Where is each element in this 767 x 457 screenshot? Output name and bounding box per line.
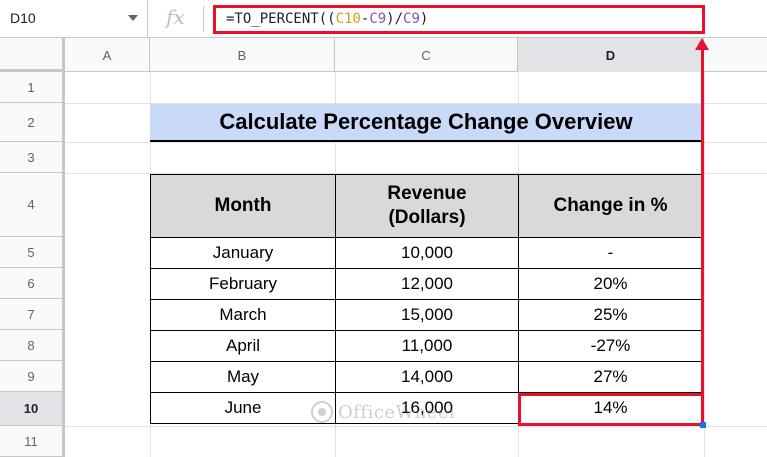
cell-month[interactable]: April (150, 330, 336, 362)
cell-revenue[interactable]: 12,000 (335, 268, 519, 300)
cell-change[interactable]: 27% (518, 361, 703, 393)
row-header[interactable]: 7 (0, 299, 65, 330)
gridline (65, 426, 767, 427)
table-row: February 12,000 20% (150, 268, 703, 300)
column-header-c[interactable]: C (335, 38, 518, 72)
column-header-e[interactable] (704, 38, 767, 72)
row-header[interactable]: 1 (0, 72, 65, 103)
fx-icon: fx (166, 5, 185, 29)
arrow-up-icon (695, 38, 709, 50)
annotation-arrow-line (701, 48, 704, 396)
name-box-value: D10 (10, 10, 36, 26)
row-header[interactable]: 11 (0, 426, 65, 457)
header-revenue[interactable]: Revenue (Dollars) (335, 174, 519, 238)
column-header-a[interactable]: A (65, 38, 150, 72)
gridline (704, 72, 705, 457)
cell-month[interactable]: March (150, 299, 336, 331)
cell-revenue[interactable]: 15,000 (335, 299, 519, 331)
formula-bar: D10 fx =TO_PERCENT((C10-C9)/C9) (0, 0, 767, 38)
formula-part: )/ (386, 11, 404, 27)
watermark-text: OfficeWheel (338, 401, 456, 423)
row-header[interactable]: 3 (0, 142, 65, 173)
row-header[interactable]: 2 (0, 103, 65, 142)
row-header-selected[interactable]: 10 (0, 392, 65, 426)
table-header-row: Month Revenue (Dollars) Change in % (150, 174, 703, 238)
row-header[interactable]: 9 (0, 361, 65, 392)
cell-change[interactable]: - (518, 237, 703, 269)
name-box[interactable]: D10 (0, 0, 148, 38)
table-row: March 15,000 25% (150, 299, 703, 331)
column-header-row: A B C D (0, 38, 767, 72)
watermark: OfficeWheel (310, 400, 455, 424)
row-header[interactable]: 6 (0, 268, 65, 299)
cell-change[interactable]: 20% (518, 268, 703, 300)
cell-revenue[interactable]: 11,000 (335, 330, 519, 362)
formula-ref-c9: C9 (369, 11, 387, 27)
fill-handle[interactable] (700, 422, 706, 428)
formula-ref-c9: C9 (403, 11, 420, 27)
table-row: January 10,000 - (150, 237, 703, 269)
formula-part: ) (419, 11, 429, 27)
cell-month[interactable]: January (150, 237, 336, 269)
row-header[interactable]: 4 (0, 173, 65, 237)
header-revenue-line1: Revenue (387, 183, 467, 204)
active-cell-highlight (518, 393, 704, 426)
column-header-d[interactable]: D (518, 38, 704, 72)
table-row: April 11,000 -27% (150, 330, 703, 362)
header-month[interactable]: Month (150, 174, 336, 238)
cell-change[interactable]: -27% (518, 330, 703, 362)
select-all-corner[interactable] (0, 38, 65, 72)
cell-month[interactable]: May (150, 361, 336, 393)
gridline (65, 142, 767, 143)
header-change[interactable]: Change in % (518, 174, 703, 238)
chevron-down-icon[interactable] (128, 15, 138, 21)
sheet-title[interactable]: Calculate Percentage Change Overview (150, 104, 702, 142)
column-header-b[interactable]: B (150, 38, 335, 72)
cell-change[interactable]: 25% (518, 299, 703, 331)
table-row: May 14,000 27% (150, 361, 703, 393)
formula-part: =TO_PERCENT(( (226, 11, 336, 27)
formula-ref-c10: C10 (335, 11, 361, 27)
formula-input[interactable]: =TO_PERCENT((C10-C9)/C9) (213, 5, 705, 34)
cell-revenue[interactable]: 10,000 (335, 237, 519, 269)
row-header[interactable]: 8 (0, 330, 65, 361)
cell-month[interactable]: June (150, 392, 336, 424)
data-table: Month Revenue (Dollars) Change in % Janua… (150, 174, 703, 424)
officewheel-logo-icon (311, 401, 333, 423)
row-header[interactable]: 5 (0, 237, 65, 268)
cell-month[interactable]: February (150, 268, 336, 300)
formula-divider (203, 6, 204, 32)
cell-revenue[interactable]: 14,000 (335, 361, 519, 393)
header-revenue-line2: (Dollars) (388, 207, 466, 228)
